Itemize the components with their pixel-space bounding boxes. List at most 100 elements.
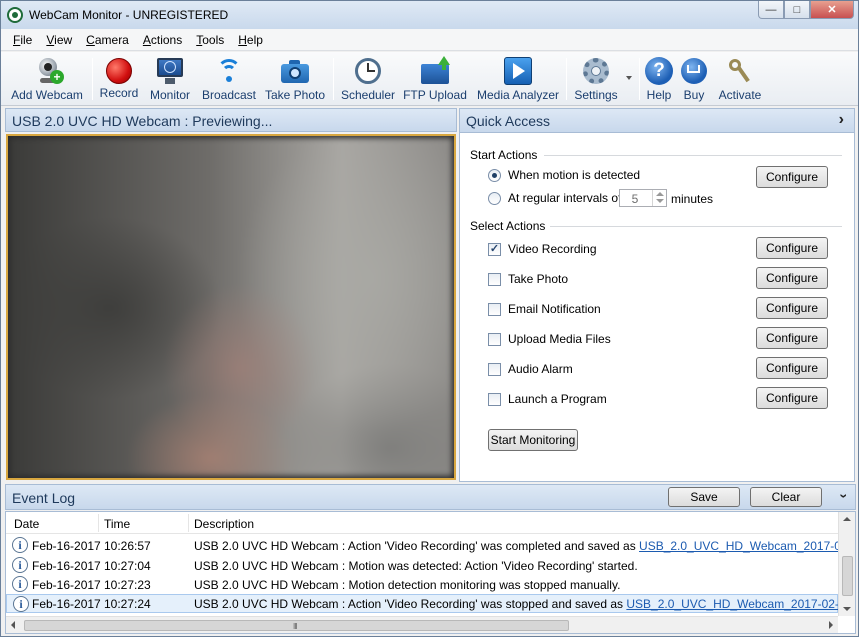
- vertical-scrollbar[interactable]: [838, 512, 855, 616]
- event-log-list[interactable]: Date Time Description i Feb-16-2017 10:2…: [5, 511, 856, 634]
- horizontal-scroll-thumb[interactable]: III: [24, 620, 569, 631]
- save-button[interactable]: Save: [668, 487, 740, 507]
- record-button[interactable]: Record: [97, 54, 141, 104]
- activate-button[interactable]: Activate: [715, 54, 765, 104]
- radio-regular-intervals[interactable]: At regular intervals of:: [488, 191, 625, 205]
- configure-audio-button[interactable]: Configure: [756, 357, 828, 379]
- configure-launch-button[interactable]: Configure: [756, 387, 828, 409]
- menu-bar: File View Camera Actions Tools Help: [1, 29, 858, 51]
- scroll-left-icon[interactable]: [11, 621, 15, 629]
- webcam-app-icon: [7, 7, 23, 23]
- checkbox-upload-media[interactable]: Upload Media Files: [488, 332, 611, 346]
- start-monitoring-button[interactable]: Start Monitoring: [488, 429, 578, 451]
- row-date: Feb-16-2017: [32, 578, 101, 592]
- radio-unselected-icon: [488, 191, 501, 205]
- chevron-down-icon[interactable]: ›: [837, 494, 853, 499]
- close-button[interactable]: ✕: [810, 1, 854, 19]
- horizontal-scrollbar[interactable]: III: [6, 616, 838, 633]
- scroll-down-icon[interactable]: [843, 607, 851, 611]
- help-label: Help: [646, 88, 672, 102]
- take-photo-action-label: Take Photo: [508, 272, 569, 286]
- scroll-right-icon[interactable]: [829, 621, 833, 629]
- info-icon: i: [13, 596, 29, 612]
- scroll-up-icon[interactable]: [843, 517, 851, 521]
- row-time: 10:26:57: [104, 539, 151, 553]
- settings-dropdown-icon[interactable]: [626, 76, 632, 80]
- radio-when-motion[interactable]: When motion is detected: [488, 168, 640, 182]
- take-photo-button[interactable]: Take Photo: [264, 54, 326, 104]
- checkbox-checked-icon: ✓: [488, 242, 501, 256]
- row-description: USB 2.0 UVC HD Webcam : Action 'Video Re…: [194, 539, 855, 553]
- chevron-right-icon[interactable]: ›: [839, 111, 844, 129]
- help-button[interactable]: ? Help: [643, 54, 675, 104]
- settings-label: Settings: [574, 88, 618, 102]
- checkbox-take-photo[interactable]: Take Photo: [488, 272, 568, 286]
- menu-camera-label: amera: [94, 32, 129, 47]
- email-notification-label: Email Notification: [508, 302, 601, 316]
- webcam-preview[interactable]: [6, 134, 456, 480]
- row-description: USB 2.0 UVC HD Webcam : Motion was detec…: [194, 559, 638, 573]
- menu-file-label: ile: [20, 32, 33, 47]
- scheduler-button[interactable]: Scheduler: [339, 54, 397, 104]
- menu-help-label: elp: [246, 32, 263, 47]
- ftp-upload-button[interactable]: FTP Upload: [403, 54, 467, 104]
- menu-tools[interactable]: Tools: [196, 33, 224, 47]
- spinner-arrows-icon[interactable]: [652, 190, 666, 206]
- video-feed: [10, 138, 452, 476]
- menu-help[interactable]: Help: [238, 33, 263, 47]
- row-time: 10:27:24: [104, 597, 151, 611]
- menu-help-accel: H: [238, 32, 247, 47]
- row-date: Feb-16-2017: [32, 597, 101, 611]
- broadcast-button[interactable]: Broadcast: [200, 54, 258, 104]
- clear-button[interactable]: Clear: [750, 487, 822, 507]
- checkbox-email-notification[interactable]: Email Notification: [488, 302, 601, 316]
- table-row[interactable]: i Feb-16-2017 10:26:57 USB 2.0 UVC HD We…: [6, 536, 855, 555]
- broadcast-icon: [214, 56, 244, 86]
- table-row[interactable]: i Feb-16-2017 10:27:04 USB 2.0 UVC HD We…: [6, 556, 838, 575]
- menu-view[interactable]: View: [46, 33, 72, 47]
- row-description: USB 2.0 UVC HD Webcam : Action 'Video Re…: [194, 597, 855, 611]
- quick-access-header: Quick Access ›: [460, 109, 854, 133]
- column-date[interactable]: Date: [14, 517, 39, 531]
- settings-button[interactable]: Settings: [571, 54, 621, 104]
- maximize-button[interactable]: □: [784, 1, 810, 19]
- regular-intervals-label: At regular intervals of:: [508, 191, 625, 205]
- configure-take-photo-button[interactable]: Configure: [756, 267, 828, 289]
- upload-icon: [420, 56, 450, 86]
- row-file-link[interactable]: USB_2.0_UVC_HD_Webcam_2017-02-16_10-27-: [626, 597, 855, 611]
- event-log-columns: Date Time Description: [6, 512, 838, 534]
- configure-email-button[interactable]: Configure: [756, 297, 828, 319]
- record-label: Record: [99, 86, 139, 100]
- row-time: 10:27:23: [104, 578, 151, 592]
- table-row[interactable]: i Feb-16-2017 10:27:23 USB 2.0 UVC HD We…: [6, 575, 838, 594]
- checkbox-audio-alarm[interactable]: Audio Alarm: [488, 362, 573, 376]
- buy-button[interactable]: Buy: [679, 54, 709, 104]
- menu-file[interactable]: File: [13, 33, 32, 47]
- menu-actions[interactable]: Actions: [143, 33, 182, 47]
- checkbox-launch-program[interactable]: Launch a Program: [488, 392, 607, 406]
- title-bar: WebCam Monitor - UNREGISTERED — □ ✕: [1, 1, 858, 29]
- column-description[interactable]: Description: [194, 517, 254, 531]
- add-webcam-button[interactable]: + Add Webcam: [9, 54, 85, 104]
- configure-upload-button[interactable]: Configure: [756, 327, 828, 349]
- media-analyzer-button[interactable]: Media Analyzer: [475, 54, 561, 104]
- checkbox-video-recording[interactable]: ✓ Video Recording: [488, 242, 597, 256]
- vertical-scroll-thumb[interactable]: [842, 556, 853, 596]
- add-webcam-label: Add Webcam: [11, 88, 83, 102]
- minutes-text: minutes: [671, 192, 713, 206]
- monitor-button[interactable]: Monitor: [146, 54, 194, 104]
- minimize-button[interactable]: —: [758, 1, 784, 19]
- configure-start-button[interactable]: Configure: [756, 166, 828, 188]
- checkbox-icon: [488, 272, 501, 286]
- info-icon: i: [12, 537, 28, 553]
- column-time[interactable]: Time: [104, 517, 130, 531]
- menu-camera[interactable]: Camera: [86, 33, 129, 47]
- radio-selected-icon: [488, 168, 501, 182]
- interval-spinner[interactable]: 5: [619, 189, 667, 207]
- table-row-selected[interactable]: i Feb-16-2017 10:27:24 USB 2.0 UVC HD We…: [6, 594, 855, 613]
- configure-video-recording-button[interactable]: Configure: [756, 237, 828, 259]
- window-title: WebCam Monitor - UNREGISTERED: [29, 8, 229, 22]
- scroll-grip-icon: III: [293, 622, 298, 631]
- broadcast-label: Broadcast: [201, 88, 257, 102]
- row-file-link[interactable]: USB_2.0_UVC_HD_Webcam_2017-02-16_10-2: [639, 539, 855, 553]
